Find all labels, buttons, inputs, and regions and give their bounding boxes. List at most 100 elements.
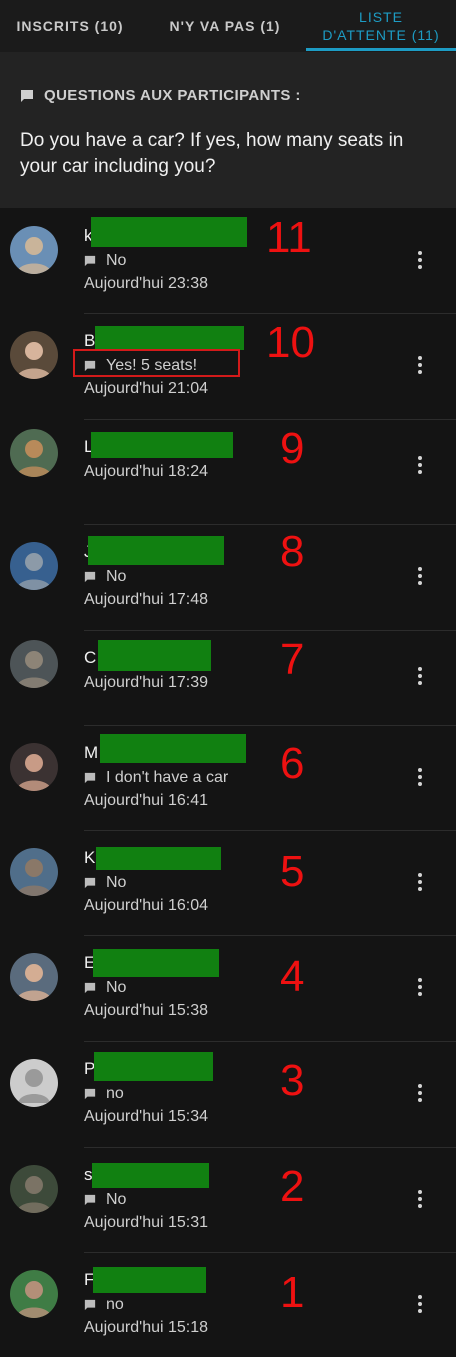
answer-text: No	[106, 874, 127, 891]
rank-annotation-number: 5	[280, 847, 305, 896]
comment-icon	[84, 982, 96, 994]
questions-header-label: QUESTIONS AUX PARTICIPANTS :	[44, 87, 301, 104]
comment-icon	[21, 89, 33, 102]
attendee-row[interactable]: s No Aujourd'hui 15:31	[0, 1147, 456, 1252]
comment-icon	[84, 877, 96, 889]
rank-annotation-number: 7	[280, 635, 305, 684]
dog-avatar[interactable]	[10, 429, 58, 477]
row-divider	[84, 1147, 456, 1148]
attendee-answer: no	[84, 1296, 124, 1314]
more-options-icon[interactable]	[412, 975, 428, 999]
woman-avatar[interactable]	[10, 331, 58, 379]
name-redaction-box	[100, 734, 246, 763]
answer-highlight-box	[73, 349, 240, 377]
row-divider	[84, 419, 456, 420]
cap-avatar[interactable]	[10, 640, 58, 688]
more-options-icon[interactable]	[412, 353, 428, 377]
attendee-answer: No	[84, 568, 126, 586]
attendee-answer: No	[84, 1191, 126, 1209]
rank-annotation-number: 8	[280, 527, 305, 576]
questions-header: QUESTIONS AUX PARTICIPANTS :	[20, 87, 301, 104]
more-options-icon[interactable]	[412, 664, 428, 688]
registration-time: Aujourd'hui 23:38	[84, 275, 209, 292]
row-divider	[84, 725, 456, 726]
rank-annotation-number: 4	[280, 952, 305, 1001]
rank-annotation-number: 2	[280, 1162, 305, 1211]
name-redaction-box	[94, 1052, 213, 1081]
name-redaction-box	[93, 1267, 206, 1293]
landscape-avatar[interactable]	[10, 226, 58, 274]
tab-liste-attente-line2: D'ATTENTE (11)	[322, 27, 440, 43]
comment-icon	[84, 772, 96, 784]
tab-liste-attente-line1: LISTE	[359, 9, 403, 25]
default-avatar[interactable]	[10, 1059, 58, 1107]
registration-time: Aujourd'hui 17:39	[84, 674, 209, 691]
row-divider	[84, 524, 456, 525]
row-divider	[84, 1252, 456, 1253]
name-redaction-box	[88, 536, 224, 565]
registration-time: Aujourd'hui 18:24	[84, 463, 209, 480]
attendee-answer: no	[84, 1085, 124, 1103]
active-tab-indicator	[306, 48, 456, 51]
rank-annotation-number: 11	[266, 213, 312, 262]
registration-time: Aujourd'hui 21:04	[84, 380, 209, 397]
rank-annotation-number: 6	[280, 739, 305, 788]
name-redaction-box	[95, 326, 244, 350]
registration-time: Aujourd'hui 16:41	[84, 792, 209, 809]
tab-liste-attente[interactable]: LISTE D'ATTENTE (11)	[306, 0, 456, 52]
more-options-icon[interactable]	[412, 453, 428, 477]
rank-annotation-number: 1	[280, 1268, 305, 1317]
more-options-icon[interactable]	[412, 1187, 428, 1211]
more-options-icon[interactable]	[412, 1292, 428, 1316]
question-text: Do you have a car? If yes, how many seat…	[20, 130, 404, 177]
name-redaction-box	[92, 1163, 209, 1188]
outdoor-avatar[interactable]	[10, 848, 58, 896]
name-redaction-box	[91, 217, 247, 247]
attendee-row[interactable]: J No Aujourd'hui 17:48	[0, 524, 456, 629]
more-options-icon[interactable]	[412, 870, 428, 894]
rank-annotation-number: 9	[280, 424, 305, 473]
attendee-row[interactable]: C Aujourd'hui 17:39	[0, 630, 456, 735]
attendee-initial: B	[84, 331, 96, 350]
tab-inscrits[interactable]: INSCRITS (10)	[0, 0, 140, 52]
row-divider	[84, 935, 456, 936]
mountain-avatar[interactable]	[10, 1165, 58, 1213]
name-redaction-box	[98, 640, 211, 671]
man-avatar[interactable]	[10, 743, 58, 791]
attendee-initial: C	[84, 648, 97, 667]
more-options-icon[interactable]	[412, 248, 428, 272]
registration-time: Aujourd'hui 15:34	[84, 1108, 209, 1125]
registration-time: Aujourd'hui 15:31	[84, 1214, 209, 1231]
rank-annotation-number: 3	[280, 1056, 305, 1105]
group-avatar[interactable]	[10, 542, 58, 590]
attendee-row[interactable]: P no Aujourd'hui 15:34	[0, 1041, 456, 1146]
attendee-answer: No	[84, 252, 126, 270]
attendee-answer: I don't have a car	[84, 769, 228, 787]
answer-text: I don't have a car	[106, 769, 229, 786]
answer-text: No	[106, 1191, 127, 1208]
more-options-icon[interactable]	[412, 765, 428, 789]
name-redaction-box	[93, 949, 219, 977]
registration-time: Aujourd'hui 15:38	[84, 1002, 209, 1019]
registration-time: Aujourd'hui 15:18	[84, 1319, 209, 1336]
attendee-row[interactable]: E No Aujourd'hui 15:38	[0, 935, 456, 1040]
attendee-row[interactable]: F no Aujourd'hui 15:18	[0, 1252, 456, 1357]
name-redaction-box	[91, 432, 233, 458]
attendee-initial: M	[84, 743, 99, 762]
more-options-icon[interactable]	[412, 564, 428, 588]
comment-icon	[84, 255, 96, 267]
row-divider	[84, 830, 456, 831]
tab-ny-va-pas[interactable]: N'Y VA PAS (1)	[150, 0, 300, 52]
name-redaction-box	[96, 847, 221, 870]
more-options-icon[interactable]	[412, 1081, 428, 1105]
comment-icon	[84, 1299, 96, 1311]
attendee-row[interactable]: K No Aujourd'hui 16:04	[0, 830, 456, 935]
attendee-answer: No	[84, 979, 126, 997]
bald-man-avatar[interactable]	[10, 953, 58, 1001]
rank-annotation-number: 10	[266, 318, 315, 367]
row-divider	[84, 313, 456, 314]
man-outdoor-avatar[interactable]	[10, 1270, 58, 1318]
row-divider	[84, 630, 456, 631]
answer-text: no	[106, 1296, 124, 1313]
answer-text: no	[106, 1085, 124, 1102]
